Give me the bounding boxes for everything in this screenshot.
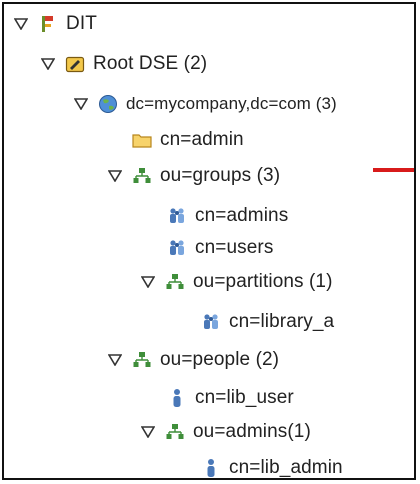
person-icon [201, 458, 221, 478]
node-label: cn=lib_admin [229, 457, 343, 478]
highlight-marker [373, 168, 414, 172]
node-label: ou=people (2) [160, 349, 280, 370]
tree-node-groups[interactable]: ou=groups (3) [108, 160, 280, 192]
root-dse-icon [65, 54, 85, 74]
tree-node-partitions[interactable]: ou=partitions (1) [141, 266, 333, 298]
tree-node-admins-group[interactable]: cn=admins [167, 200, 288, 232]
expand-toggle-icon[interactable] [141, 275, 155, 289]
person-icon [167, 388, 187, 408]
tree-node-library-a[interactable]: cn=library_a [201, 306, 334, 338]
node-label: cn=admins [195, 205, 289, 226]
tree-node-dit[interactable]: DIT [14, 8, 97, 40]
tree-node-admins-ou[interactable]: ou=admins(1) [141, 416, 311, 448]
node-label: dc=mycompany,dc=com (3) [126, 94, 337, 113]
node-label: ou=partitions (1) [193, 271, 333, 292]
org-unit-icon [132, 166, 152, 186]
node-label: ou=admins(1) [193, 421, 311, 442]
node-label: ou=groups (3) [160, 165, 281, 186]
tree-node-lib-user[interactable]: cn=lib_user [167, 382, 294, 414]
node-label: cn=users [195, 237, 274, 258]
node-label: Root DSE (2) [93, 53, 208, 74]
expand-toggle-icon[interactable] [108, 353, 122, 367]
org-unit-icon [132, 350, 152, 370]
node-label: cn=admin [160, 129, 244, 150]
expand-toggle-icon[interactable] [141, 425, 155, 439]
tree-node-people[interactable]: ou=people (2) [108, 344, 279, 376]
group-icon [201, 312, 221, 332]
group-icon [167, 206, 187, 226]
folder-icon [132, 130, 152, 150]
tree-node-lib-admin[interactable]: cn=lib_admin [201, 452, 343, 478]
tree-node-root-dse[interactable]: Root DSE (2) [41, 48, 207, 80]
expand-toggle-icon[interactable] [108, 169, 122, 183]
group-icon [167, 238, 187, 258]
expand-toggle-icon[interactable] [74, 97, 88, 111]
org-unit-icon [165, 272, 185, 292]
tree-node-domain[interactable]: dc=mycompany,dc=com (3) [74, 88, 337, 120]
globe-icon [98, 94, 118, 114]
tree-node-admin[interactable]: cn=admin [132, 124, 244, 156]
node-label: cn=lib_user [195, 387, 294, 408]
expand-toggle-icon[interactable] [14, 17, 28, 31]
org-unit-icon [165, 422, 185, 442]
ldap-tree-panel: DIT Root DSE (2) dc=mycompany,dc=com (3) [2, 2, 416, 480]
dit-root-icon [38, 14, 58, 34]
expand-toggle-icon[interactable] [41, 57, 55, 71]
node-label: cn=library_a [229, 311, 335, 332]
node-label: DIT [66, 13, 97, 34]
tree-node-users-group[interactable]: cn=users [167, 232, 273, 264]
